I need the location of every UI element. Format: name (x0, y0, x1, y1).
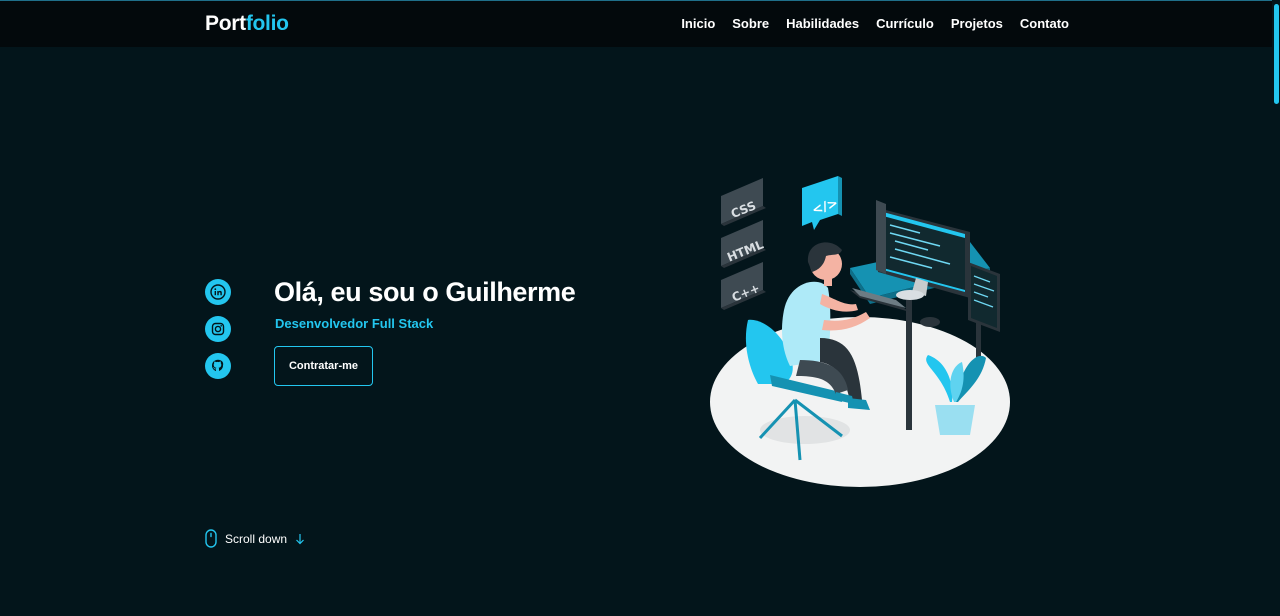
scrollbar[interactable] (1272, 0, 1280, 616)
logo-part-2: folio (245, 12, 289, 35)
developer-illustration: CSS HTML C++ </> (710, 176, 1010, 487)
hero-title: Olá, eu sou o Guilherme (274, 277, 576, 307)
nav-link-inicio[interactable]: Inicio (681, 16, 715, 31)
logo[interactable]: Portfolio (205, 12, 289, 36)
header: Portfolio Inicio Sobre Habilidades Currí… (0, 1, 1272, 47)
arrow-down-icon (296, 533, 304, 544)
scrollbar-thumb[interactable] (1274, 4, 1279, 104)
hire-me-button[interactable]: Contratar-me (274, 346, 373, 386)
cpp-tag: C++ (721, 262, 766, 310)
instagram-icon[interactable] (205, 316, 231, 342)
hero-subtitle: Desenvolvedor Full Stack (275, 316, 434, 331)
nav-link-sobre[interactable]: Sobre (732, 16, 769, 31)
linkedin-icon[interactable] (205, 279, 231, 305)
social-links (205, 279, 231, 379)
code-bubble-icon: </> (802, 176, 842, 230)
html-tag: HTML (721, 220, 766, 268)
scroll-down-label: Scroll down (225, 531, 288, 546)
css-tag: CSS (721, 178, 766, 226)
mouse-icon (205, 529, 217, 548)
nav-link-habilidades[interactable]: Habilidades (786, 16, 859, 31)
nav-link-projetos[interactable]: Projetos (951, 16, 1003, 31)
nav-link-curriculo[interactable]: Currículo (876, 16, 934, 31)
scroll-down-link[interactable]: Scroll down (205, 529, 305, 548)
main-nav: Inicio Sobre Habilidades Currículo Proje… (681, 16, 1069, 31)
logo-part-1: Port (205, 12, 246, 35)
nav-link-contato[interactable]: Contato (1020, 16, 1069, 31)
github-icon[interactable] (205, 353, 231, 379)
